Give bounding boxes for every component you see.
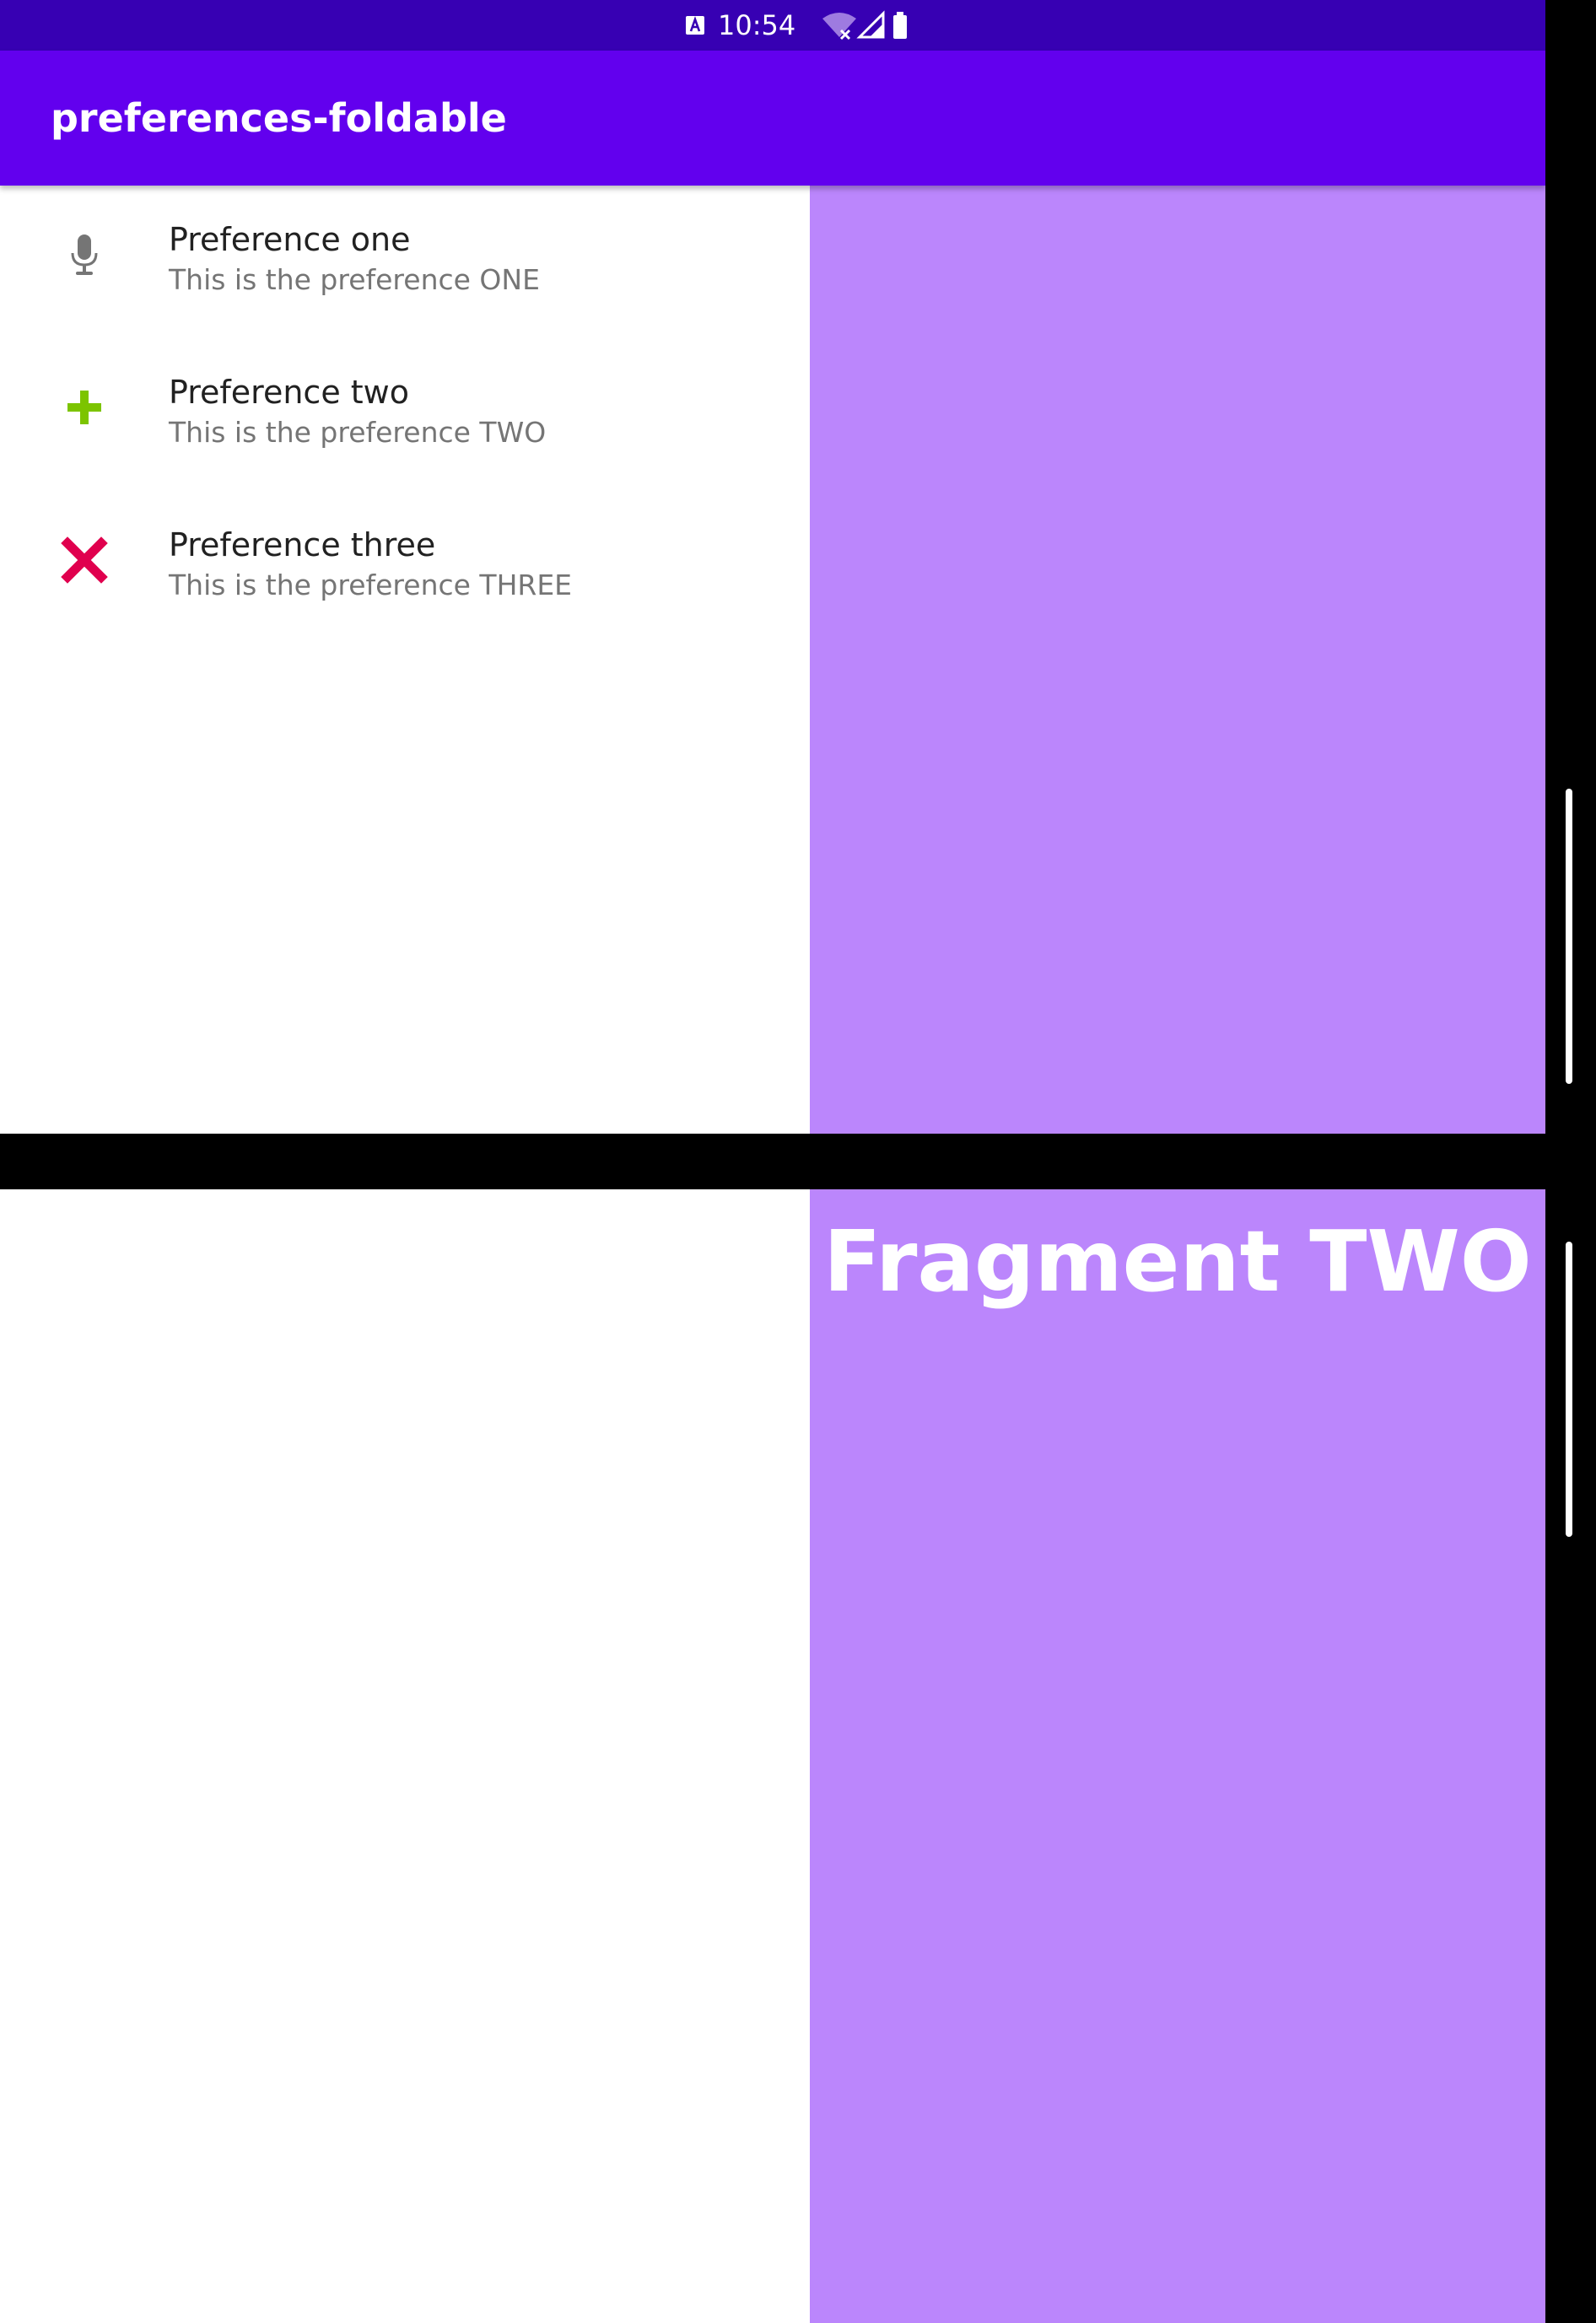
preference-title: Preference three	[169, 526, 436, 563]
preference-title: Preference one	[169, 221, 411, 258]
status-bar: 10:54	[0, 0, 1545, 51]
foldable-hinge	[0, 1134, 1545, 1189]
preference-item-three[interactable]: Preference three This is the preference …	[0, 491, 810, 644]
device-screen: 10:54 preferences-foldable Preference on…	[0, 0, 1545, 2323]
status-time: 10:54	[718, 9, 796, 41]
scroll-handle-bottom[interactable]	[1566, 1242, 1572, 1537]
fragment-title: Fragment TWO	[823, 1212, 1532, 1311]
plus-icon	[67, 391, 101, 424]
status-icons	[822, 10, 907, 40]
app-notification-icon	[686, 16, 704, 35]
app-bar: preferences-foldable	[0, 51, 1545, 186]
preference-item-one[interactable]: Preference one This is the preference ON…	[0, 186, 810, 338]
microphone-icon	[71, 234, 98, 275]
detail-pane-top	[810, 186, 1545, 1134]
wifi-off-icon	[822, 13, 856, 40]
preference-summary: This is the preference TWO	[169, 416, 547, 449]
preference-summary: This is the preference THREE	[169, 569, 573, 601]
scroll-handle-top[interactable]	[1566, 789, 1572, 1084]
preferences-list: Preference one This is the preference ON…	[0, 186, 810, 1134]
close-x-icon	[61, 536, 108, 584]
app-title: preferences-foldable	[51, 95, 507, 141]
cellular-signal-icon	[856, 10, 885, 39]
preference-summary: This is the preference ONE	[169, 263, 540, 296]
detail-pane-bottom	[810, 1189, 1545, 2323]
preference-item-two[interactable]: Preference two This is the preference TW…	[0, 338, 810, 491]
battery-icon	[893, 12, 907, 39]
list-pane-bottom	[0, 1189, 810, 2323]
preference-title: Preference two	[169, 374, 409, 411]
